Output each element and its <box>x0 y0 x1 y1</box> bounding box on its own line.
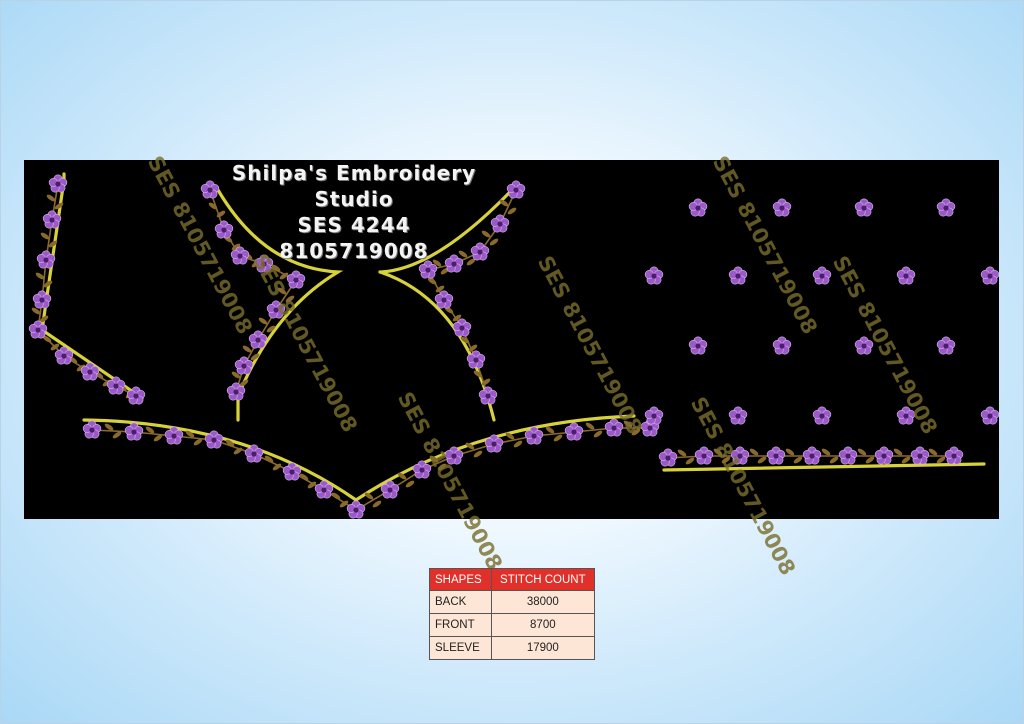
stitch-count-table: SHAPES STITCH COUNT BACK 38000 FRONT 870… <box>429 568 596 660</box>
count-cell: 8700 <box>490 613 596 637</box>
table-row: BACK 38000 <box>429 590 596 614</box>
flower-motif <box>812 406 832 425</box>
flower-motif <box>286 270 306 289</box>
flower-motif <box>838 446 858 465</box>
flower-motif <box>478 386 498 405</box>
count-cell: 17900 <box>490 636 596 660</box>
flower-motif <box>82 420 102 439</box>
count-cell: 38000 <box>490 590 596 614</box>
table-row: FRONT 8700 <box>429 613 596 637</box>
design-title-block: Shilpa's Embroidery Studio SES 4244 8105… <box>194 160 514 264</box>
flower-motif <box>644 406 664 425</box>
flower-motif <box>936 336 956 355</box>
design-code: SES 4244 <box>297 213 411 237</box>
flower-motif <box>124 422 144 441</box>
flower-motif <box>688 198 708 217</box>
shape-cell: SLEEVE <box>429 636 492 660</box>
flower-motif <box>854 198 874 217</box>
flower-motif <box>106 376 126 395</box>
flower-motif <box>688 336 708 355</box>
flower-motif <box>812 266 832 285</box>
flower-motif <box>980 406 999 425</box>
flower-motif <box>936 198 956 217</box>
flower-motif <box>564 422 584 441</box>
flower-motif <box>644 266 664 285</box>
flower-motif <box>346 500 366 519</box>
flower-motif <box>772 336 792 355</box>
flower-motif <box>234 356 254 375</box>
flower-motif <box>728 406 748 425</box>
border-line <box>662 462 986 472</box>
phone-number: 8105719008 <box>279 239 429 263</box>
flower-motif <box>980 266 999 285</box>
flower-motif <box>910 446 930 465</box>
flower-motif <box>944 446 964 465</box>
flower-motif <box>248 330 268 349</box>
table-row: SLEEVE 17900 <box>429 636 596 660</box>
flower-motif <box>658 448 678 467</box>
flower-motif <box>452 318 472 337</box>
embroidery-design-panel: Shilpa's Embroidery Studio SES 4244 8105… <box>24 152 999 579</box>
table-header-row: SHAPES STITCH COUNT <box>429 568 596 591</box>
header-shapes: SHAPES <box>429 568 492 591</box>
flower-motif <box>772 198 792 217</box>
flower-motif <box>434 290 454 309</box>
shape-cell: FRONT <box>429 613 492 637</box>
header-stitch-count: STITCH COUNT <box>490 568 596 591</box>
flower-motif <box>802 446 822 465</box>
flower-motif <box>874 446 894 465</box>
flower-motif <box>728 266 748 285</box>
flower-motif <box>896 266 916 285</box>
studio-name: Shilpa's Embroidery Studio <box>231 161 477 211</box>
flower-motif <box>766 446 786 465</box>
shape-cell: BACK <box>429 590 492 614</box>
